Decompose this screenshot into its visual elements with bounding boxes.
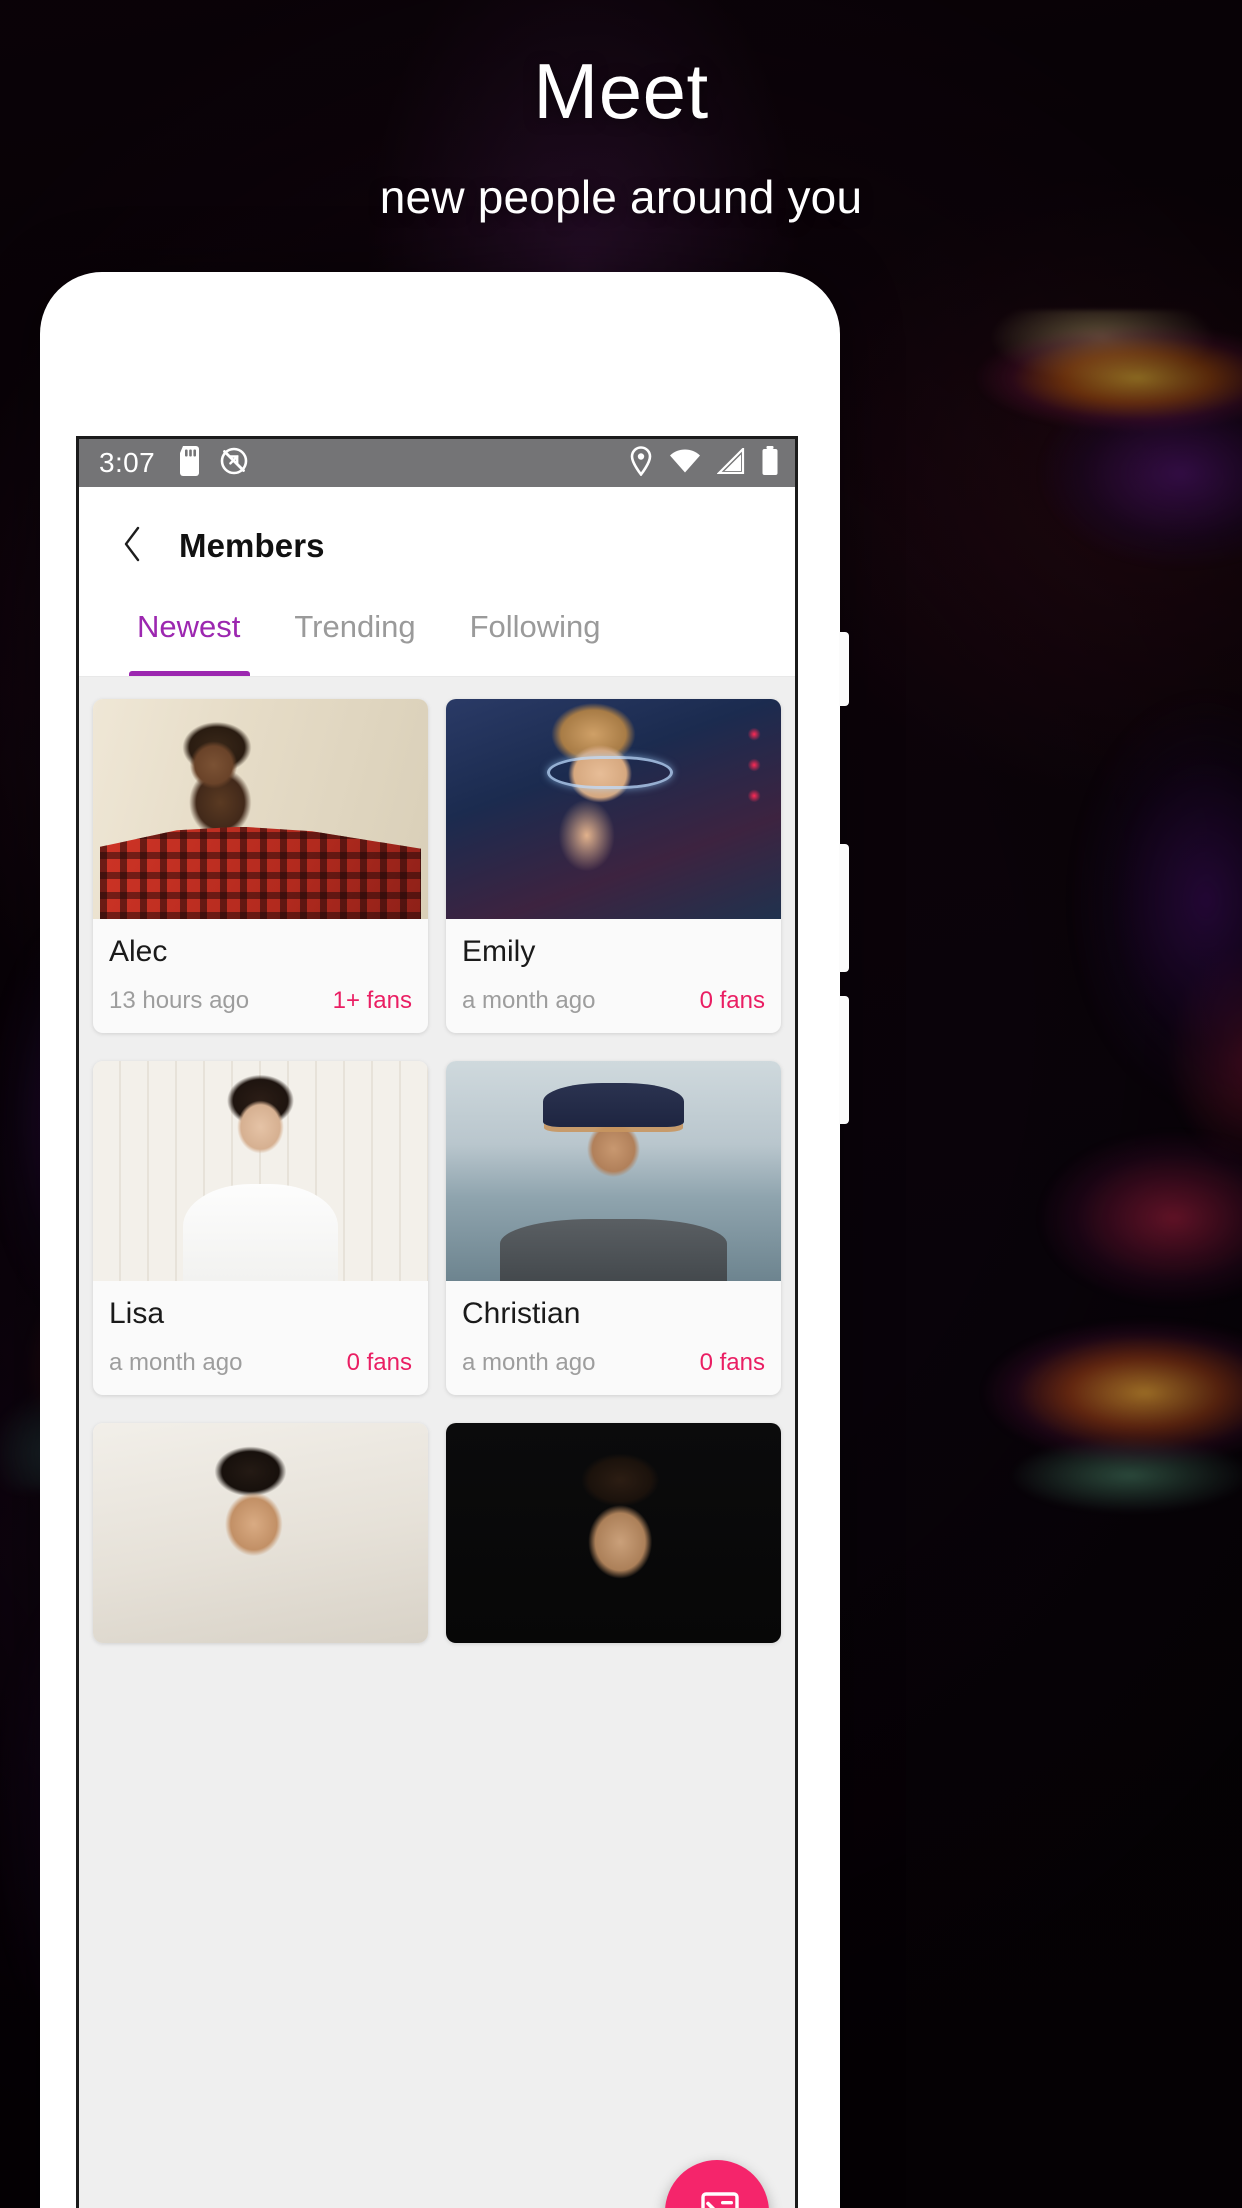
member-timestamp: a month ago — [462, 987, 596, 1014]
member-card-lisa[interactable]: Lisa a month ago 0 fans — [93, 1061, 428, 1395]
member-name: Alec — [109, 935, 168, 968]
phone-mockup: 3:07 Members Newest Trending Following A… — [40, 272, 849, 2208]
member-fan-count: 1+ fans — [332, 987, 412, 1014]
location-pin-icon — [629, 445, 653, 481]
member-card-body: Christian a month ago 0 fans — [446, 1281, 781, 1395]
member-photo-image — [446, 1061, 781, 1281]
member-photo-image — [93, 1061, 428, 1281]
page-title: Members — [179, 527, 325, 564]
member-fan-count: 0 fans — [346, 1349, 412, 1376]
sd-card-icon — [177, 445, 203, 481]
member-name: Lisa — [109, 1297, 165, 1330]
promo-copy: Meet new people around you — [0, 52, 1242, 224]
member-meta: 13 hours ago 1+ fans — [109, 987, 412, 1015]
member-card-body: Emily a month ago 0 fans — [446, 919, 781, 1033]
member-fan-count: 0 fans — [699, 1349, 765, 1376]
login-fab-button[interactable] — [665, 2160, 769, 2208]
member-photo[interactable] — [93, 1061, 428, 1281]
member-card-emily[interactable]: Emily a month ago 0 fans — [446, 699, 781, 1033]
member-row-3-partial — [93, 1423, 781, 1643]
member-meta: a month ago 0 fans — [109, 1349, 412, 1377]
promo-subtitle: new people around you — [379, 171, 863, 223]
member-row-2: Lisa a month ago 0 fans Christian a mont… — [93, 1061, 781, 1395]
member-grid[interactable]: Alec 13 hours ago 1+ fans Emily a month … — [79, 677, 795, 2208]
member-row-1: Alec 13 hours ago 1+ fans Emily a month … — [93, 699, 781, 1033]
member-photo[interactable] — [446, 1061, 781, 1281]
member-photo[interactable] — [446, 1423, 781, 1643]
member-card-body: Alec 13 hours ago 1+ fans — [93, 919, 428, 1033]
member-meta: a month ago 0 fans — [462, 987, 765, 1015]
member-meta: a month ago 0 fans — [462, 1349, 765, 1377]
phone-screen: 3:07 Members Newest Trending Following A… — [76, 436, 798, 2208]
member-name: Christian — [462, 1297, 581, 1330]
member-photo[interactable] — [93, 699, 428, 919]
member-card-partial-right[interactable] — [446, 1423, 781, 1643]
member-card-alec[interactable]: Alec 13 hours ago 1+ fans — [93, 699, 428, 1033]
member-name: Emily — [462, 935, 536, 968]
member-timestamp: 13 hours ago — [109, 987, 250, 1014]
cell-signal-icon — [716, 445, 745, 479]
sync-disabled-icon — [219, 446, 249, 481]
wifi-icon — [669, 448, 701, 479]
chevron-left-icon — [121, 525, 143, 568]
login-arrow-icon — [691, 2189, 743, 2208]
member-card-partial-left[interactable] — [93, 1423, 428, 1643]
phone-volume-down-button[interactable] — [839, 996, 849, 1124]
promo-title: Meet — [533, 47, 709, 135]
tab-following[interactable]: Following — [470, 605, 601, 676]
battery-icon — [761, 445, 779, 481]
status-bar-left-icons — [177, 445, 249, 481]
status-bar-right-icons — [629, 445, 779, 481]
member-photo[interactable] — [446, 699, 781, 919]
member-photo-image — [446, 1423, 781, 1643]
tab-newest[interactable]: Newest — [128, 605, 251, 676]
phone-side-button-top[interactable] — [839, 632, 849, 706]
promo-screenshot: Meet new people around you 3:07 Members … — [0, 0, 1242, 2208]
member-photo[interactable] — [93, 1423, 428, 1643]
member-card-body: Lisa a month ago 0 fans — [93, 1281, 428, 1395]
member-fan-count: 0 fans — [699, 987, 765, 1014]
status-bar: 3:07 — [79, 439, 795, 487]
tab-bar: Newest Trending Following — [79, 605, 795, 677]
member-photo-image — [446, 699, 781, 919]
member-photo-image — [93, 1423, 428, 1643]
status-bar-clock: 3:07 — [99, 447, 156, 478]
member-timestamp: a month ago — [462, 1349, 596, 1376]
member-card-christian[interactable]: Christian a month ago 0 fans — [446, 1061, 781, 1395]
tab-trending[interactable]: Trending — [294, 605, 415, 676]
member-photo-image — [93, 699, 428, 919]
app-bar: Members — [79, 487, 795, 605]
back-button[interactable] — [105, 519, 159, 573]
phone-volume-up-button[interactable] — [839, 844, 849, 972]
member-timestamp: a month ago — [109, 1349, 243, 1376]
